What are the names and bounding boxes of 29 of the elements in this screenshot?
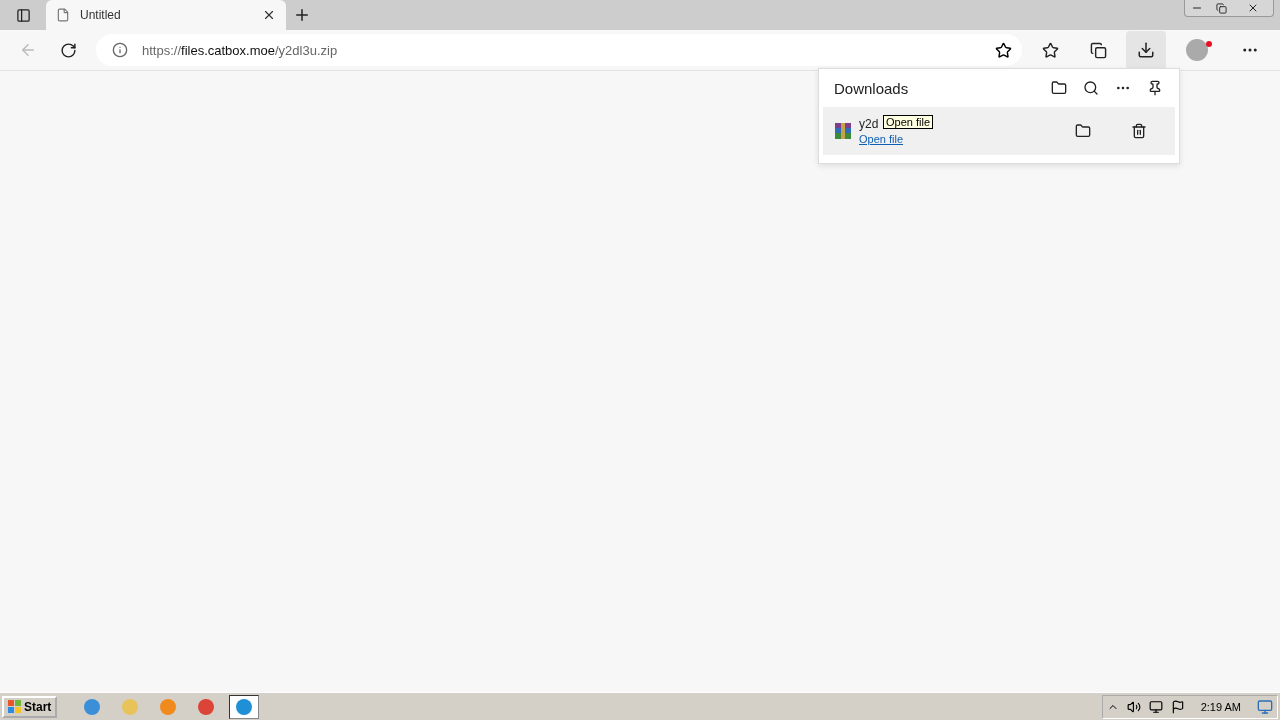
- taskbar-app[interactable]: [229, 694, 260, 719]
- open-file-link[interactable]: Open file: [859, 133, 904, 145]
- address-bar[interactable]: https://files.catbox.moe/y2dl3u.zip: [96, 34, 1022, 66]
- url-path: /y2dl3u.zip: [274, 42, 338, 58]
- app-icon: [236, 698, 253, 715]
- file-name: y2d: [859, 117, 879, 131]
- download-item[interactable]: y2d Open file Open file: [823, 107, 1175, 155]
- clock: 2:19 AM: [1200, 700, 1241, 713]
- flag-icon[interactable]: [1170, 699, 1185, 714]
- panel-title: Downloads: [834, 79, 910, 97]
- info-icon[interactable]: [112, 42, 128, 58]
- volume-icon[interactable]: [1126, 699, 1141, 714]
- url-scheme: https://: [142, 42, 182, 58]
- page-icon: [56, 8, 70, 22]
- desktop-icon[interactable]: [1257, 698, 1273, 715]
- windows-logo-icon: [8, 699, 22, 714]
- app-icon: [122, 698, 139, 715]
- app-icon: [84, 698, 101, 715]
- tooltip: Open file: [883, 115, 934, 129]
- downloads-icon[interactable]: [1126, 31, 1166, 69]
- app-icon: [198, 698, 215, 715]
- close-tab-icon[interactable]: [262, 8, 276, 22]
- archive-icon: [835, 123, 851, 139]
- browser-tab[interactable]: Untitled: [46, 0, 286, 30]
- url-host: files.catbox.moe: [181, 42, 275, 58]
- app-icon: [160, 698, 177, 715]
- start-button[interactable]: Start: [2, 695, 58, 718]
- add-favorite-icon[interactable]: [995, 41, 1012, 59]
- tab-title: Untitled: [80, 8, 122, 22]
